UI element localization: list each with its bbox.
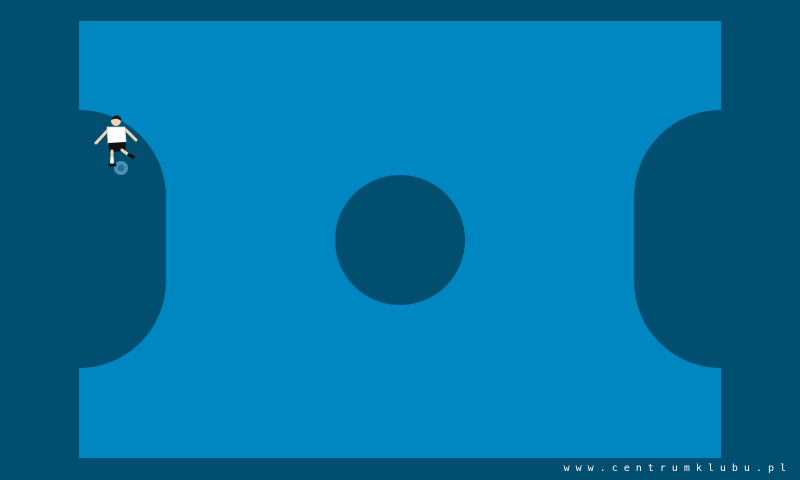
pitch bbox=[79, 21, 721, 458]
right-penalty-area bbox=[634, 110, 721, 368]
watermark-text: www.centrumklubu.pl bbox=[563, 463, 792, 474]
soccer-player-icon bbox=[94, 115, 138, 175]
player-sprite[interactable] bbox=[88, 112, 146, 178]
center-circle bbox=[335, 175, 465, 305]
game-stage: www.centrumklubu.pl bbox=[0, 0, 800, 480]
